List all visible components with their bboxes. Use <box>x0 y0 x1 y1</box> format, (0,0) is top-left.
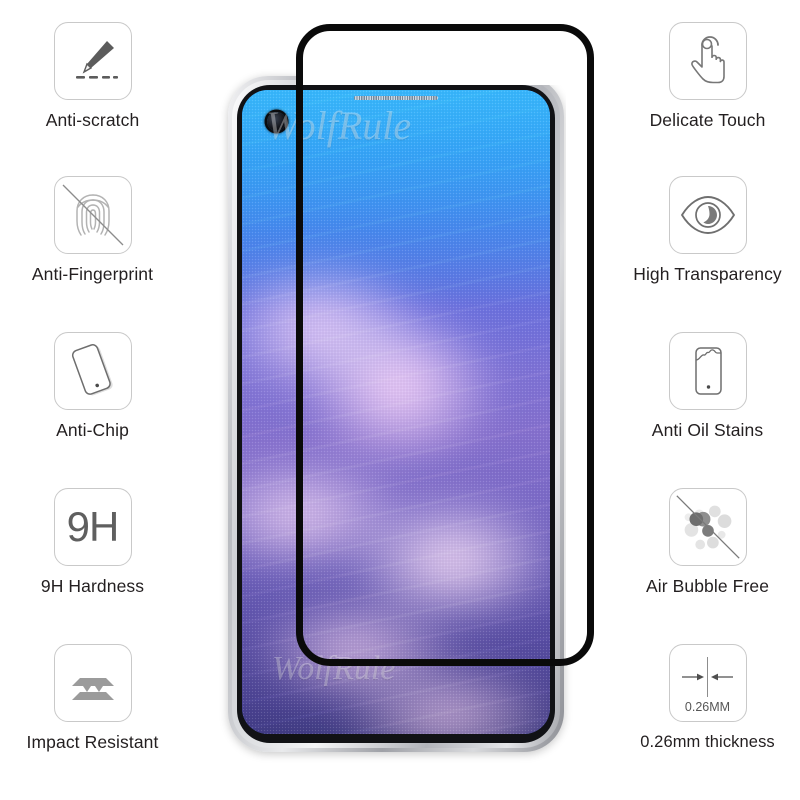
phone-screen: WolfRule WolfRule <box>242 90 550 734</box>
feature-thickness[interactable]: 0.26MM 0.26mm thickness <box>615 644 800 751</box>
arrow-left-icon <box>711 673 734 680</box>
front-camera-punch-hole <box>267 112 286 131</box>
feature-label: Anti-Chip <box>56 420 129 440</box>
layered-shield-icon <box>53 644 132 722</box>
thickness-divider <box>706 656 709 697</box>
feature-column-left: Anti-scratch Anti-Fingerprint Anti-Chip … <box>0 0 185 800</box>
bubbles-crossed-icon-svg <box>675 495 740 559</box>
thickness-value: 0.26MM <box>684 699 731 714</box>
earpiece-speaker <box>354 96 438 100</box>
eye-icon <box>668 176 747 254</box>
feature-label: 9H Hardness <box>40 576 145 596</box>
product-infographic: Anti-scratch Anti-Fingerprint Anti-Chip … <box>0 0 800 800</box>
phone-oil-smudge-icon-svg <box>694 347 722 395</box>
protector-fill-top <box>303 31 587 85</box>
feature-impact-resistant[interactable]: Impact Resistant <box>0 644 185 752</box>
tilted-phone-icon-svg <box>71 344 113 396</box>
feature-air-bubble-free[interactable]: Air Bubble Free <box>615 488 800 596</box>
phone-oil-smudge-icon <box>668 332 747 410</box>
tap-hand-icon <box>668 22 747 100</box>
feature-anti-fingerprint[interactable]: Anti-Fingerprint <box>0 176 185 284</box>
tilted-phone-icon <box>53 332 132 410</box>
feature-label: 0.26mm thickness <box>640 733 775 751</box>
thickness-arrows-icon: 0.26MM <box>668 644 747 722</box>
tap-hand-icon-svg <box>690 36 725 84</box>
nine-h-text-icon: 9H <box>53 488 132 566</box>
fingerprint-crossed-icon-svg <box>62 184 123 246</box>
thickness-arrow-row <box>681 656 735 697</box>
phone-product-image: WolfRule WolfRule <box>228 76 564 752</box>
feature-9h-hardness[interactable]: 9H 9H Hardness <box>0 488 185 596</box>
bubbles-crossed-icon <box>668 488 747 566</box>
scalpel-scratch-icon-svg <box>75 41 118 79</box>
feature-column-right: Delicate Touch High Transparency Anti Oi… <box>615 0 800 800</box>
feature-anti-oil-stains[interactable]: Anti Oil Stains <box>615 332 800 440</box>
feature-label: Impact Resistant <box>26 732 159 752</box>
feature-label: Air Bubble Free <box>645 576 770 596</box>
fingerprint-crossed-icon <box>53 176 132 254</box>
nine-h-value: 9H <box>66 503 120 550</box>
layered-shield-icon-svg <box>71 678 114 700</box>
arrow-right-icon <box>681 673 704 680</box>
eye-icon-svg <box>680 196 735 234</box>
feature-label: Anti-scratch <box>45 110 140 130</box>
feature-label: Anti-Fingerprint <box>31 264 154 284</box>
feature-label: High Transparency <box>633 264 782 284</box>
protector-fill-right <box>566 31 587 661</box>
feature-label: Anti Oil Stains <box>651 420 764 440</box>
scalpel-scratch-icon <box>53 22 132 100</box>
feature-label: Delicate Touch <box>649 110 766 130</box>
feature-anti-chip[interactable]: Anti-Chip <box>0 332 185 440</box>
wallpaper-grain-texture <box>242 90 550 734</box>
feature-delicate-touch[interactable]: Delicate Touch <box>615 22 800 130</box>
feature-anti-scratch[interactable]: Anti-scratch <box>0 22 185 130</box>
feature-high-transparency[interactable]: High Transparency <box>615 176 800 284</box>
